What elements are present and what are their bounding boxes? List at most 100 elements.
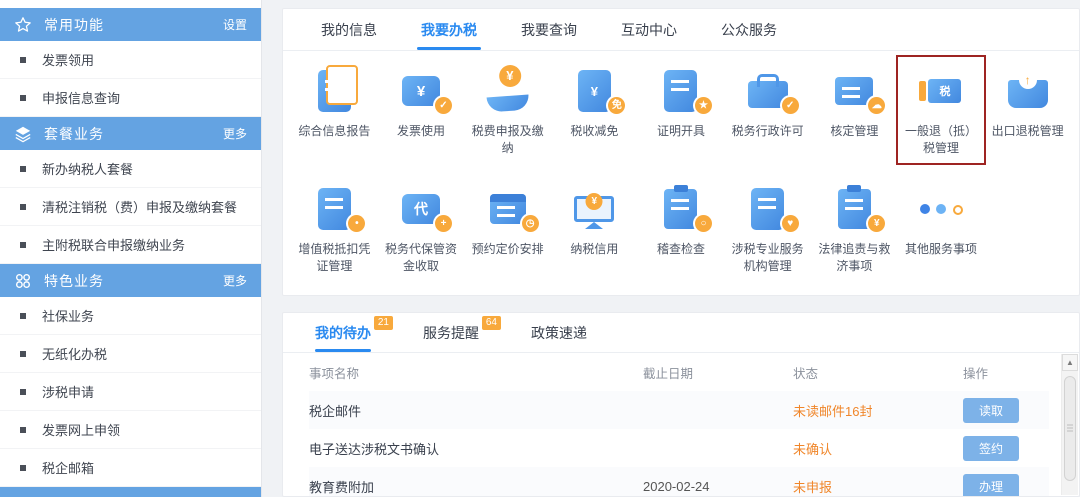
sidebar-item[interactable]: 新办纳税人套餐 xyxy=(0,150,261,188)
sidebar-item[interactable]: 无纸化办税 xyxy=(0,335,261,373)
tab-label: 服务提醒 xyxy=(423,325,479,341)
service-label: 增值税抵扣凭证管理 xyxy=(298,242,371,273)
tab-my-tax[interactable]: 我要办税 xyxy=(399,9,499,50)
invoice-check-icon: ¥ xyxy=(401,76,440,106)
service-item[interactable]: 税 一般退（抵）税管理 xyxy=(895,55,987,165)
section-title: 特色业务 xyxy=(44,272,104,289)
bullet-icon xyxy=(20,426,26,433)
service-item[interactable]: ¥ ✓ 发票使用 xyxy=(378,57,465,163)
tax-reduction-document-icon: ¥ xyxy=(577,70,611,112)
tab-public-service[interactable]: 公众服务 xyxy=(699,9,799,50)
service-item[interactable]: ↑ 出口退税管理 xyxy=(984,57,1071,163)
service-item[interactable]: ¥ 法律追责与救济事项 xyxy=(811,175,898,281)
status-text: 未申报 xyxy=(793,479,833,495)
col-item-name: 事项名称 xyxy=(309,366,360,381)
tab-service-reminder[interactable]: 服务提醒 64 xyxy=(405,313,501,352)
main-content: 我的信息 我要办税 我要查询 互动中心 公众服务 综合信息报告 ¥ ✓ 发票使用… xyxy=(282,8,1080,497)
layers-icon xyxy=(14,125,32,143)
tab-my-todo[interactable]: 我的待办 21 xyxy=(297,313,393,352)
tab-my-query[interactable]: 我要查询 xyxy=(499,9,599,50)
scrollbar-thumb[interactable] xyxy=(1064,376,1076,481)
badge-icon: • xyxy=(348,215,366,232)
certificate-star-icon xyxy=(664,70,698,112)
badge-icon: ○ xyxy=(694,215,712,232)
services-grid-row2: • 增值税抵扣凭证管理 代 + 税务代保管资金收取 ◷ 预约定价安排 ¥ 纳税信… xyxy=(283,169,1079,281)
sidebar-item[interactable]: 清税注销税（费）申报及缴纳套餐 xyxy=(0,188,261,226)
badge-icon: ★ xyxy=(694,97,712,114)
stacked-documents-icon xyxy=(317,65,358,112)
sidebar-section-featured-business: 特色业务 更多 xyxy=(0,264,261,297)
service-item[interactable]: 综合信息报告 xyxy=(291,57,378,163)
service-label: 预约定价安排 xyxy=(471,242,544,256)
service-item[interactable]: ○ 稽查检查 xyxy=(638,175,725,281)
more-link[interactable]: 更多 xyxy=(223,125,247,142)
sidebar-item[interactable]: 社保业务 xyxy=(0,297,261,335)
service-item[interactable]: ¥ 免 税收减免 xyxy=(551,57,638,163)
table-row: 税企邮件 未读邮件16封 读取 xyxy=(309,391,1049,429)
tab-label: 政策速递 xyxy=(531,325,587,341)
bullet-icon xyxy=(20,388,26,395)
service-item[interactable]: ♥ 涉税专业服务机构管理 xyxy=(724,175,811,281)
service-label: 其他服务事项 xyxy=(904,242,977,256)
sidebar-item-label: 社保业务 xyxy=(42,309,95,324)
sidebar-item[interactable]: 发票网上申领 xyxy=(0,411,261,449)
count-badge: 64 xyxy=(481,316,501,330)
service-item[interactable]: • 增值税抵扣凭证管理 xyxy=(291,175,378,281)
document-heart-icon xyxy=(751,188,785,230)
bullet-icon xyxy=(20,241,26,248)
tab-interaction-center[interactable]: 互动中心 xyxy=(599,9,699,50)
scrollbar[interactable]: ▲ xyxy=(1061,354,1078,495)
scroll-up-arrow-icon[interactable]: ▲ xyxy=(1062,354,1078,371)
grid-dots-icon xyxy=(14,272,32,290)
sidebar-item-label: 新办纳税人套餐 xyxy=(42,162,134,177)
service-item[interactable]: ¥ 纳税信用 xyxy=(551,175,638,281)
service-label: 税费申报及缴纳 xyxy=(471,124,544,155)
sidebar-item[interactable]: 主附税联合申报缴纳业务 xyxy=(0,226,261,264)
bullet-icon xyxy=(20,464,26,471)
services-grid-row1: 综合信息报告 ¥ ✓ 发票使用 ¥ 税费申报及缴纳 ¥ 免 税收减免 ★ 证明开… xyxy=(283,51,1079,165)
agent-bubble-icon: 代 xyxy=(401,194,440,224)
table-row: 电子送达涉税文书确认 未确认 签约 xyxy=(309,429,1049,467)
service-label: 涉税专业服务机构管理 xyxy=(731,242,804,273)
sidebar-item-label: 主附税联合申报缴纳业务 xyxy=(42,238,186,253)
todo-panel: 我的待办 21 服务提醒 64 政策速递 事项名称 截止日期 状态 操作 税企邮… xyxy=(282,312,1080,497)
service-label: 一般退（抵）税管理 xyxy=(904,124,977,155)
bullet-icon xyxy=(20,56,26,63)
service-label: 证明开具 xyxy=(656,124,705,138)
sidebar-item-label: 发票领用 xyxy=(42,53,95,68)
sidebar-item-label: 发票网上申领 xyxy=(42,423,121,438)
service-item[interactable]: ★ 证明开具 xyxy=(638,57,725,163)
sidebar-item[interactable]: 税企邮箱 xyxy=(0,449,261,487)
col-action: 操作 xyxy=(963,366,989,381)
tab-my-info[interactable]: 我的信息 xyxy=(299,9,399,50)
due-date: 2020-02-24 xyxy=(643,478,710,494)
calendar-clock-icon xyxy=(489,194,526,224)
service-label: 核定管理 xyxy=(830,124,879,138)
settings-link[interactable]: 设置 xyxy=(223,16,247,33)
badge-icon: ✓ xyxy=(781,97,799,114)
tab-policy-express[interactable]: 政策速递 xyxy=(513,313,605,352)
action-button[interactable]: 读取 xyxy=(963,397,1019,423)
todo-table: 事项名称 截止日期 状态 操作 税企邮件 未读邮件16封 读取 电子送达涉税文书… xyxy=(283,353,1079,496)
sidebar-item[interactable]: 发票领用 xyxy=(0,41,261,79)
bullet-icon xyxy=(20,312,26,319)
sidebar-item[interactable]: 申报信息查询 xyxy=(0,79,261,117)
service-item[interactable]: 其他服务事项 xyxy=(898,175,985,281)
service-item[interactable]: ☁ 核定管理 xyxy=(811,57,898,163)
todo-tabs: 我的待办 21 服务提醒 64 政策速递 xyxy=(283,313,1079,353)
service-item[interactable]: ◷ 预约定价安排 xyxy=(464,175,551,281)
table-header: 事项名称 截止日期 状态 操作 xyxy=(309,353,1049,391)
badge-icon: ♥ xyxy=(781,215,799,232)
sidebar: 常用功能 设置 发票领用 申报信息查询 套餐业务 更多 新办纳税人套餐 清税注销… xyxy=(0,0,262,497)
export-box-icon: ↑ xyxy=(1007,71,1048,108)
sidebar-item[interactable]: 涉税申请 xyxy=(0,373,261,411)
action-button[interactable]: 签约 xyxy=(963,435,1019,461)
service-item[interactable]: ¥ 税费申报及缴纳 xyxy=(464,57,551,163)
service-item[interactable]: 代 + 税务代保管资金收取 xyxy=(378,175,465,281)
action-button[interactable]: 办理 xyxy=(963,473,1019,496)
more-link[interactable]: 更多 xyxy=(223,272,247,289)
main-tabs: 我的信息 我要办税 我要查询 互动中心 公众服务 xyxy=(283,9,1079,51)
server-cloud-icon xyxy=(835,77,874,105)
service-item[interactable]: ✓ 税务行政许可 xyxy=(724,57,811,163)
document-stamp-icon xyxy=(317,188,351,230)
